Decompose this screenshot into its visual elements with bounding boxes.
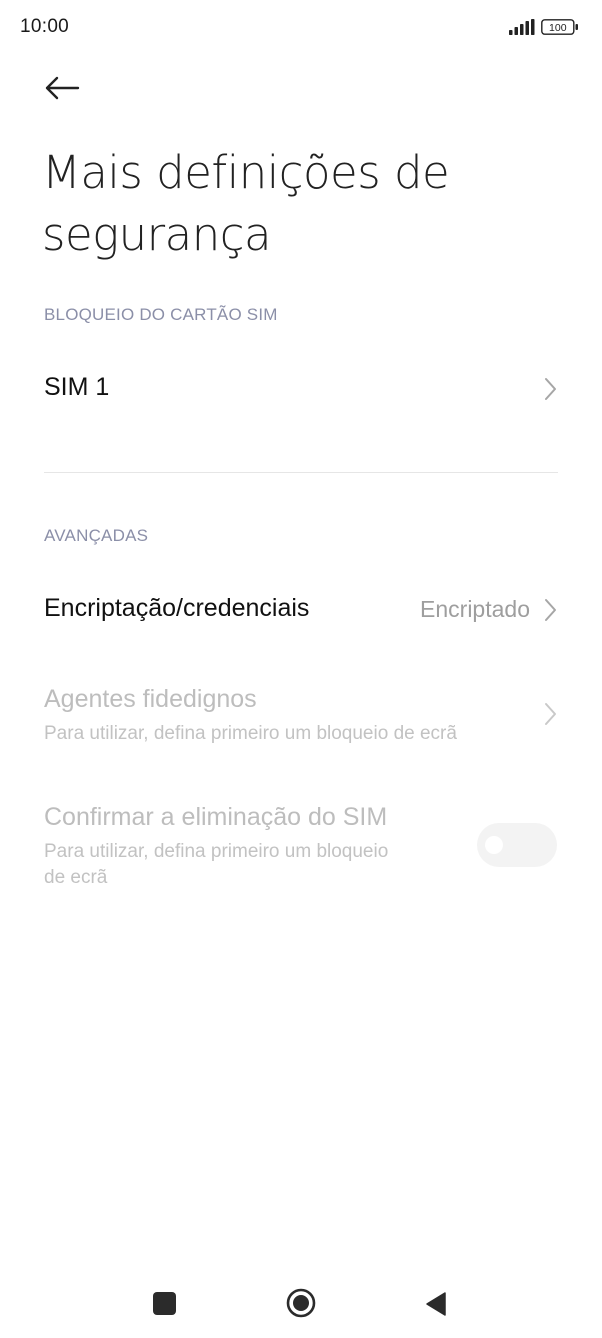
home-circle-icon[interactable] <box>285 1287 317 1319</box>
sim-1-row[interactable]: SIM 1 <box>0 350 602 430</box>
chevron-right-icon <box>545 599 556 621</box>
trust-agents-label: Agentes fidedignos <box>44 685 257 713</box>
back-triangle-icon[interactable] <box>424 1291 448 1317</box>
encryption-credentials-label: Encriptação/credenciais <box>44 594 310 622</box>
chevron-right-icon <box>545 378 556 400</box>
section-header-advanced: AVANÇADAS <box>44 526 149 545</box>
arrow-left-icon <box>45 76 80 100</box>
confirm-sim-deletion-subtitle-line1: Para utilizar, defina primeiro um bloque… <box>44 841 389 862</box>
confirm-sim-deletion-label: Confirmar a eliminação do SIM <box>44 803 388 831</box>
section-header-sim-lock: BLOQUEIO DO CARTÃO SIM <box>44 305 278 324</box>
divider <box>44 472 558 473</box>
status-time: 10:00 <box>20 16 70 37</box>
encryption-status-value: Encriptado <box>420 596 530 622</box>
trust-agents-subtitle: Para utilizar, defina primeiro um bloque… <box>44 723 457 744</box>
recents-square-icon[interactable] <box>153 1292 176 1315</box>
chevron-right-icon <box>545 703 556 725</box>
encryption-credentials-row[interactable]: Encriptação/credenciais Encriptado <box>0 572 602 648</box>
navigation-bar <box>0 1270 602 1338</box>
sim-1-label: SIM 1 <box>44 373 110 401</box>
toggle-knob <box>485 836 503 854</box>
confirm-sim-deletion-toggle[interactable] <box>477 823 557 867</box>
battery-icon: 100 <box>541 19 578 35</box>
back-button[interactable] <box>38 66 86 110</box>
signal-icon <box>509 19 535 35</box>
confirm-sim-deletion-subtitle-line2: de ecrã <box>44 867 108 888</box>
status-bar: 10:00 100 <box>0 0 602 56</box>
battery-level: 100 <box>549 22 567 34</box>
trust-agents-row[interactable]: Agentes fidedignos Para utilizar, defina… <box>0 672 602 762</box>
page-title: Mais definições de segurança <box>42 146 450 261</box>
